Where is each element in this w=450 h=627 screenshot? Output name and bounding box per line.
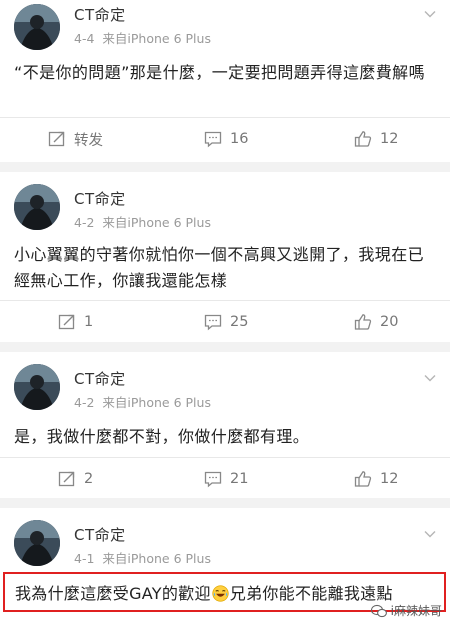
divider	[0, 300, 450, 301]
author-name[interactable]: CT命定	[74, 524, 126, 545]
repost-count: 1	[84, 314, 94, 330]
post-actions: 2 21 12	[0, 459, 450, 499]
repost-button[interactable]: 转发	[48, 119, 103, 159]
post-date: 4-2	[74, 215, 95, 230]
post-source: 来自iPhone 6 Plus	[102, 215, 211, 230]
post-date: 4-2	[74, 395, 95, 410]
comment-button[interactable]: 16	[204, 119, 248, 159]
avatar[interactable]	[14, 364, 60, 410]
like-button[interactable]: 20	[354, 302, 398, 342]
author-name[interactable]: CT命定	[74, 4, 126, 25]
divider	[0, 457, 450, 458]
watermark: i麻辣妹哥	[370, 602, 442, 619]
post-content: “不是你的問題”那是什麼，一定要把問題弄得這麼費解嗎	[14, 63, 425, 82]
comment-icon	[204, 314, 222, 331]
post-date: 4-4	[74, 31, 95, 46]
post-date: 4-1	[74, 551, 95, 566]
post-actions: 转发 16 12	[0, 119, 450, 159]
repost-icon	[58, 471, 75, 487]
chevron-down-icon[interactable]	[424, 8, 436, 20]
thumbs-up-icon	[354, 131, 372, 147]
watermark-text: i麻辣妹哥	[390, 604, 442, 618]
repost-button[interactable]: 1	[58, 302, 93, 342]
author-name[interactable]: CT命定	[74, 188, 126, 209]
repost-icon	[58, 314, 75, 330]
post-content: 小心翼翼的守著你就怕你一個不高興又逃開了，我現在已經無心工作，你讓我還能怎樣	[14, 245, 425, 290]
avatar[interactable]	[14, 4, 60, 50]
avatar[interactable]	[14, 184, 60, 230]
chevron-down-icon[interactable]	[424, 372, 436, 384]
repost-button[interactable]: 2	[58, 459, 93, 499]
repost-label: 转发	[74, 132, 103, 149]
like-count: 12	[380, 131, 399, 147]
post-card: CT命定 4-2 来自iPhone 6 Plus 是，我做什麼都不對，你做什麼都有…	[0, 352, 450, 498]
comment-button[interactable]: 25	[204, 302, 248, 342]
weibo-feed: CT命定 4-4 来自iPhone 6 Plus “不是你的問題”那是什麼，一定要…	[0, 0, 450, 627]
post-actions: 1 25 20	[0, 302, 450, 342]
laughing-tears-emoji-icon	[212, 585, 229, 602]
like-button[interactable]: 12	[354, 119, 398, 159]
comment-count: 16	[230, 131, 249, 147]
chevron-down-icon[interactable]	[424, 528, 436, 540]
avatar-image	[14, 184, 60, 230]
post-content: 是，我做什麼都不對，你做什麼都有理。	[14, 427, 310, 446]
repost-icon	[48, 131, 65, 147]
post-source: 来自iPhone 6 Plus	[102, 395, 211, 410]
post-card: CT命定 4-4 来自iPhone 6 Plus “不是你的問題”那是什麼，一定要…	[0, 0, 450, 162]
post-meta: 4-4 来自iPhone 6 Plus	[74, 28, 211, 47]
like-button[interactable]: 12	[354, 459, 398, 499]
repost-count: 2	[84, 471, 94, 487]
wechat-icon	[370, 604, 387, 617]
comment-button[interactable]: 21	[204, 459, 248, 499]
author-name[interactable]: CT命定	[74, 368, 126, 389]
avatar[interactable]	[14, 520, 60, 566]
post-card: CT命定 4-2 来自iPhone 6 Plus 小心翼翼的守著你就怕你一個不高興…	[0, 172, 450, 342]
post-source: 来自iPhone 6 Plus	[102, 31, 211, 46]
comment-count: 21	[230, 471, 249, 487]
post-meta: 4-2 来自iPhone 6 Plus	[74, 212, 211, 231]
like-count: 20	[380, 314, 399, 330]
comment-icon	[204, 471, 222, 488]
thumbs-up-icon	[354, 471, 372, 487]
thumbs-up-icon	[354, 314, 372, 330]
avatar-image	[14, 4, 60, 50]
post-meta: 4-2 来自iPhone 6 Plus	[74, 392, 211, 411]
divider	[0, 117, 450, 118]
avatar-image	[14, 520, 60, 566]
post-content-part-1: 我為什麼這麼受GAY的歡迎	[15, 584, 211, 603]
post-card: CT命定 4-1 来自iPhone 6 Plus 我為什麼這麼受GAY的歡迎 兄弟你…	[0, 508, 450, 627]
post-meta: 4-1 来自iPhone 6 Plus	[74, 548, 211, 567]
avatar-image	[14, 364, 60, 410]
like-count: 12	[380, 471, 399, 487]
post-source: 来自iPhone 6 Plus	[102, 551, 211, 566]
post-content: 我為什麼這麼受GAY的歡迎 兄弟你能不能離我遠點	[15, 580, 393, 604]
post-content-part-2: 兄弟你能不能離我遠點	[229, 584, 393, 603]
comment-count: 25	[230, 314, 249, 330]
comment-icon	[204, 131, 222, 148]
